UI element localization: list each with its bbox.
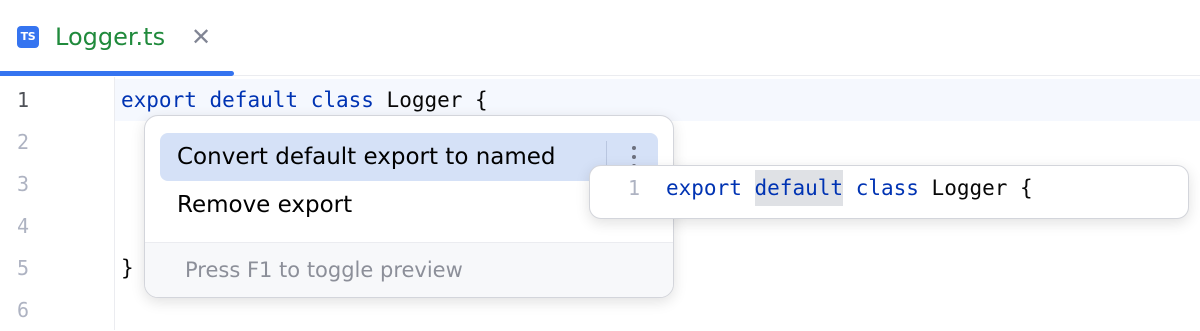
keyword: class bbox=[310, 88, 374, 112]
preview-line-number: 1 bbox=[628, 176, 641, 200]
remove-export-item[interactable]: Remove export bbox=[160, 181, 658, 229]
intention-preview-popup: 1 export default class Logger { bbox=[589, 165, 1189, 219]
line-number: 6 bbox=[17, 298, 30, 322]
code-line-5: } bbox=[121, 256, 134, 280]
keyword: export bbox=[666, 176, 742, 200]
line-number: 1 bbox=[17, 88, 30, 112]
tab-title: Logger.ts bbox=[55, 23, 166, 51]
keyword: class bbox=[855, 176, 919, 200]
popup-footer: Press F1 to toggle preview bbox=[145, 242, 673, 297]
close-icon[interactable]: ✕ bbox=[190, 23, 212, 51]
line-number: 2 bbox=[17, 130, 30, 154]
active-tab-indicator bbox=[0, 71, 234, 76]
line-number: 5 bbox=[17, 256, 30, 280]
code-text: Logger { bbox=[918, 176, 1033, 200]
code-text: Logger { bbox=[373, 88, 488, 112]
line-number: 3 bbox=[17, 172, 30, 196]
menu-item-label: Convert default export to named bbox=[177, 144, 556, 170]
convert-default-export-item[interactable]: Convert default export to named bbox=[160, 133, 658, 181]
line-number: 4 bbox=[17, 214, 30, 238]
keyword: export bbox=[121, 88, 197, 112]
tab-logger-ts[interactable]: TS Logger.ts ✕ bbox=[0, 0, 234, 76]
menu-item-label: Remove export bbox=[177, 192, 353, 218]
typescript-file-icon: TS bbox=[17, 26, 39, 48]
preview-code-line: export default class Logger { bbox=[666, 166, 1033, 210]
editor-tab-bar: TS Logger.ts ✕ bbox=[0, 0, 1200, 76]
highlighted-keyword: default bbox=[754, 170, 844, 206]
keyword: default bbox=[209, 88, 299, 112]
preview-hint: Press F1 to toggle preview bbox=[185, 258, 463, 282]
